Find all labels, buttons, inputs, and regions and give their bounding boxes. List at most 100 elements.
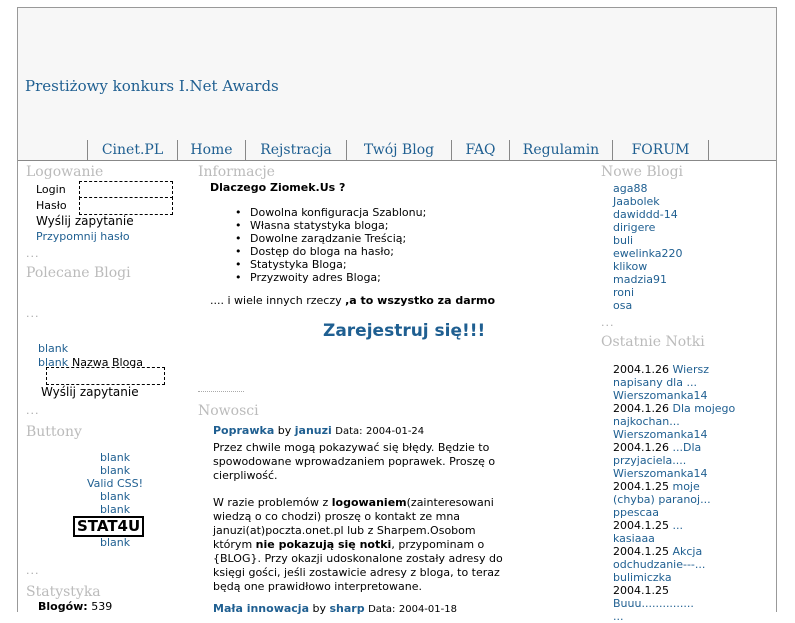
note-date: 2004.1.25 [613, 545, 669, 558]
login-section-title: Logowanie [26, 164, 104, 180]
note-item: 2004.1.26 ...Dla przyjaciela.... Wierszom… [613, 441, 743, 480]
login-label: Login [36, 183, 66, 196]
news-header: Poprawka by januzi Data: 2004-01-24 [213, 424, 513, 439]
button-link[interactable]: blank [70, 451, 160, 464]
news-item: Poprawka by januzi Data: 2004-01-24 Prze… [213, 424, 513, 594]
button-link[interactable]: blank [70, 490, 160, 503]
new-blog-link[interactable]: osa [613, 299, 683, 312]
blogs-count-row: Blogów: 539 [38, 600, 112, 613]
separator-dots: ... [26, 247, 40, 260]
buttons-section-title: Buttony [26, 424, 82, 440]
button-link[interactable]: blank [70, 464, 160, 477]
note-date: 2004.1.25 [613, 480, 669, 493]
note-item: 2004.1.25 ... kasiaaa [613, 519, 743, 545]
more-features-text: .... i wiele innych rzeczy ,a to wszystk… [210, 294, 495, 307]
last-notes-section-title: Ostatnie Notki [601, 334, 705, 350]
blog-name-input[interactable] [46, 367, 165, 385]
nav-twoj-blog[interactable]: Twój Blog [346, 140, 451, 160]
separator-dots: ... [26, 564, 40, 577]
recommended-blank-link[interactable]: blank [38, 342, 68, 355]
new-blog-link[interactable]: klikow [613, 260, 683, 273]
login-submit-button[interactable]: Wyślij zapytanie [36, 214, 134, 228]
new-blog-link[interactable]: madzia91 [613, 273, 683, 286]
info-section-title: Informacje [198, 164, 275, 180]
note-date: 2004.1.25 [613, 584, 669, 597]
news-title-link[interactable]: Poprawka [213, 424, 274, 437]
note-author-link[interactable]: ppescaa [613, 506, 659, 519]
last-notes-list: 2004.1.26 Wiersz napisany dla ... Wierszo… [613, 363, 743, 623]
note-author-link[interactable]: Wierszomanka14 [613, 389, 708, 402]
new-blog-link[interactable]: Jaabolek [613, 195, 683, 208]
password-input[interactable] [79, 197, 173, 215]
news-date: 2004-01-18 [398, 604, 457, 615]
note-author-link[interactable]: Wierszomanka14 [613, 428, 708, 441]
promo-link[interactable]: Prestiżowy konkurs I.Net Awards [25, 77, 279, 95]
note-title-link[interactable]: ... [672, 519, 683, 532]
note-title-link[interactable]: Buuu............... [613, 597, 694, 610]
feature-item: Statystyka Bloga; [210, 258, 426, 271]
blog-search-submit-button[interactable]: Wyślij zapytanie [41, 385, 139, 399]
note-date: 2004.1.26 [613, 441, 669, 454]
feature-item: Dowolna konfiguracja Szablonu; [210, 206, 426, 219]
news-author-link[interactable]: januzi [295, 424, 332, 437]
news-date-label: Data: [368, 604, 396, 615]
note-item: 2004.1.25 Buuu.................. [613, 584, 743, 623]
features-list: Dowolna konfiguracja Szablonu; Własna st… [210, 206, 426, 284]
feature-item: Przyzwoity adres Bloga; [210, 271, 426, 284]
new-blog-link[interactable]: buli [613, 234, 683, 247]
note-item: 2004.1.25 moje (chyba) paranoj... ppescaa [613, 480, 743, 519]
blogs-count-value: 539 [91, 600, 113, 613]
separator-dots: ... [26, 404, 40, 417]
password-label: Hasło [36, 199, 67, 212]
nav-rejstracja[interactable]: Rejstracja [245, 140, 346, 160]
feature-item: Dowolne zarądzanie Treścią; [210, 232, 426, 245]
nav-cinet[interactable]: Cinet.PL [87, 140, 177, 160]
news-item: Mała innowacja by sharp Data: 2004-01-18 [213, 602, 457, 615]
button-link[interactable]: blank [100, 536, 130, 549]
stats-section-title: Statystyka [26, 584, 101, 600]
new-blog-link[interactable]: dawiddd-14 [613, 208, 683, 221]
nav-faq[interactable]: FAQ [451, 140, 509, 160]
new-blog-link[interactable]: aga88 [613, 182, 683, 195]
new-blog-link[interactable]: roni [613, 286, 683, 299]
more-prefix: .... i wiele innych rzeczy [210, 294, 346, 307]
note-author-link[interactable]: bulimiczka [613, 571, 672, 584]
news-title-link[interactable]: Mała innowacja [213, 602, 309, 615]
news-section-title: Nowosci [198, 403, 259, 419]
note-date: 2004.1.25 [613, 519, 669, 532]
why-heading: Dlaczego Ziomek.Us ? [210, 181, 346, 194]
new-blogs-section-title: Nowe Blogi [601, 164, 684, 180]
nav-home[interactable]: Home [177, 140, 245, 160]
news-paragraph: Przez chwile mogą pokazywać się błędy. B… [213, 441, 496, 482]
news-date: 2004-01-24 [366, 426, 425, 437]
feature-item: Własna statystyka bloga; [210, 219, 426, 232]
note-author-link[interactable]: Wierszomanka14 [613, 467, 708, 480]
note-author-link[interactable]: kasiaaa [613, 532, 655, 545]
separator-dots: ... [26, 307, 40, 320]
nav-regulamin[interactable]: Regulamin [509, 140, 612, 160]
feature-item: Dostęp do bloga na hasło; [210, 245, 426, 258]
register-link[interactable]: Zarejestruj się!!! [323, 321, 485, 341]
note-item: 2004.1.25 Akcja odchudzanie---... bulimic… [613, 545, 743, 584]
news-author-link[interactable]: sharp [330, 602, 365, 615]
note-item: 2004.1.26 Dla mojego najkochan... Wierszo… [613, 402, 743, 441]
news-date-label: Data: [335, 426, 363, 437]
nav-forum[interactable]: FORUM [612, 140, 709, 160]
buttons-list: blank blank Valid CSS! blank blank [70, 451, 160, 516]
new-blogs-list: aga88 Jaabolek dawiddd-14 dirigere buli … [613, 182, 683, 312]
main-nav: Cinet.PL Home Rejstracja Twój Blog FAQ R… [87, 140, 709, 160]
new-blog-link[interactable]: dirigere [613, 221, 683, 234]
stat4u-badge[interactable]: STAT4U [73, 516, 145, 537]
news-paragraph: W razie problemów z logowaniem(zainteres… [213, 496, 513, 594]
news-text: W razie problemów z [213, 496, 332, 509]
note-date: 2004.1.26 [613, 402, 669, 415]
note-author-link[interactable]: ... [613, 610, 624, 623]
remind-password-link[interactable]: Przypomnij hasło [36, 230, 130, 243]
new-blog-link[interactable]: ewelinka220 [613, 247, 683, 260]
valid-css-link[interactable]: Valid CSS! [70, 477, 160, 490]
news-by: by [277, 424, 292, 437]
button-link[interactable]: blank [70, 503, 160, 516]
note-date: 2004.1.26 [613, 363, 669, 376]
news-bold: logowaniem [331, 496, 407, 509]
recommended-section-title: Polecane Blogi [26, 265, 131, 281]
